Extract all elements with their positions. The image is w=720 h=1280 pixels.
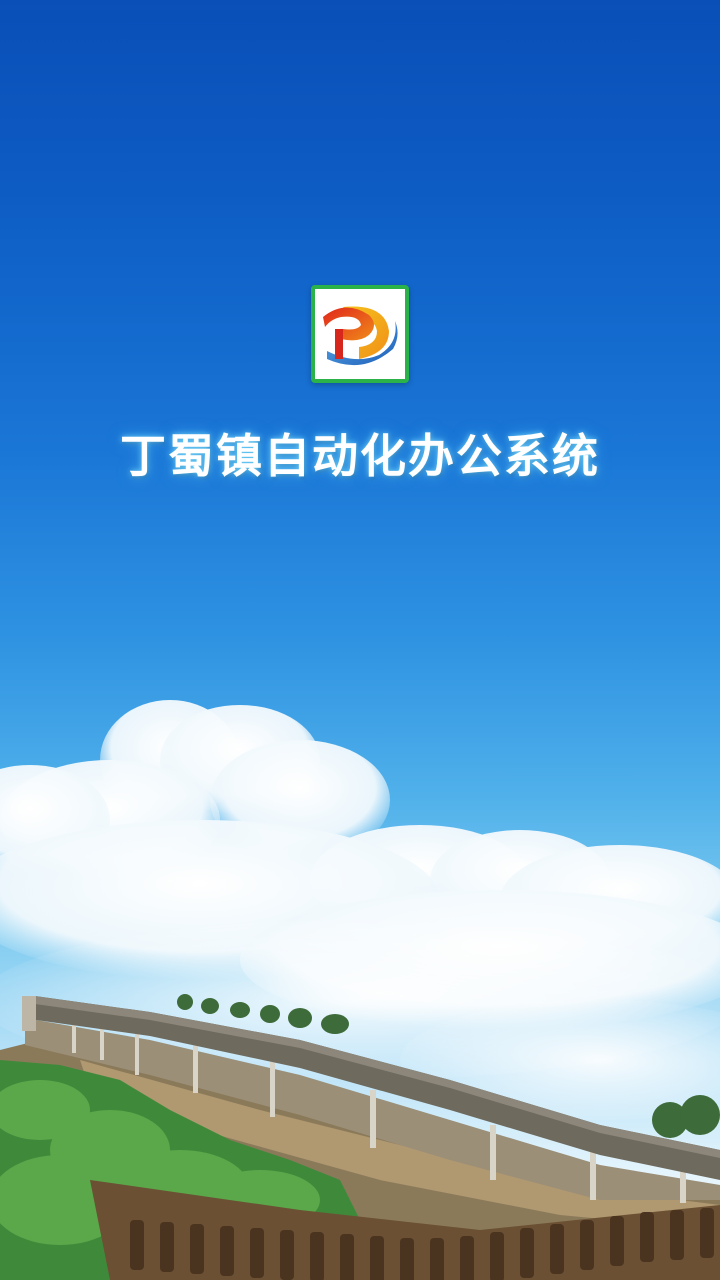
app-title: 丁蜀镇自动化办公系统 — [120, 429, 600, 483]
splash-screen: 丁蜀镇自动化办公系统 — [0, 0, 720, 1280]
covered-corridor-landscape — [0, 994, 720, 1280]
app-logo-icon — [311, 285, 409, 383]
